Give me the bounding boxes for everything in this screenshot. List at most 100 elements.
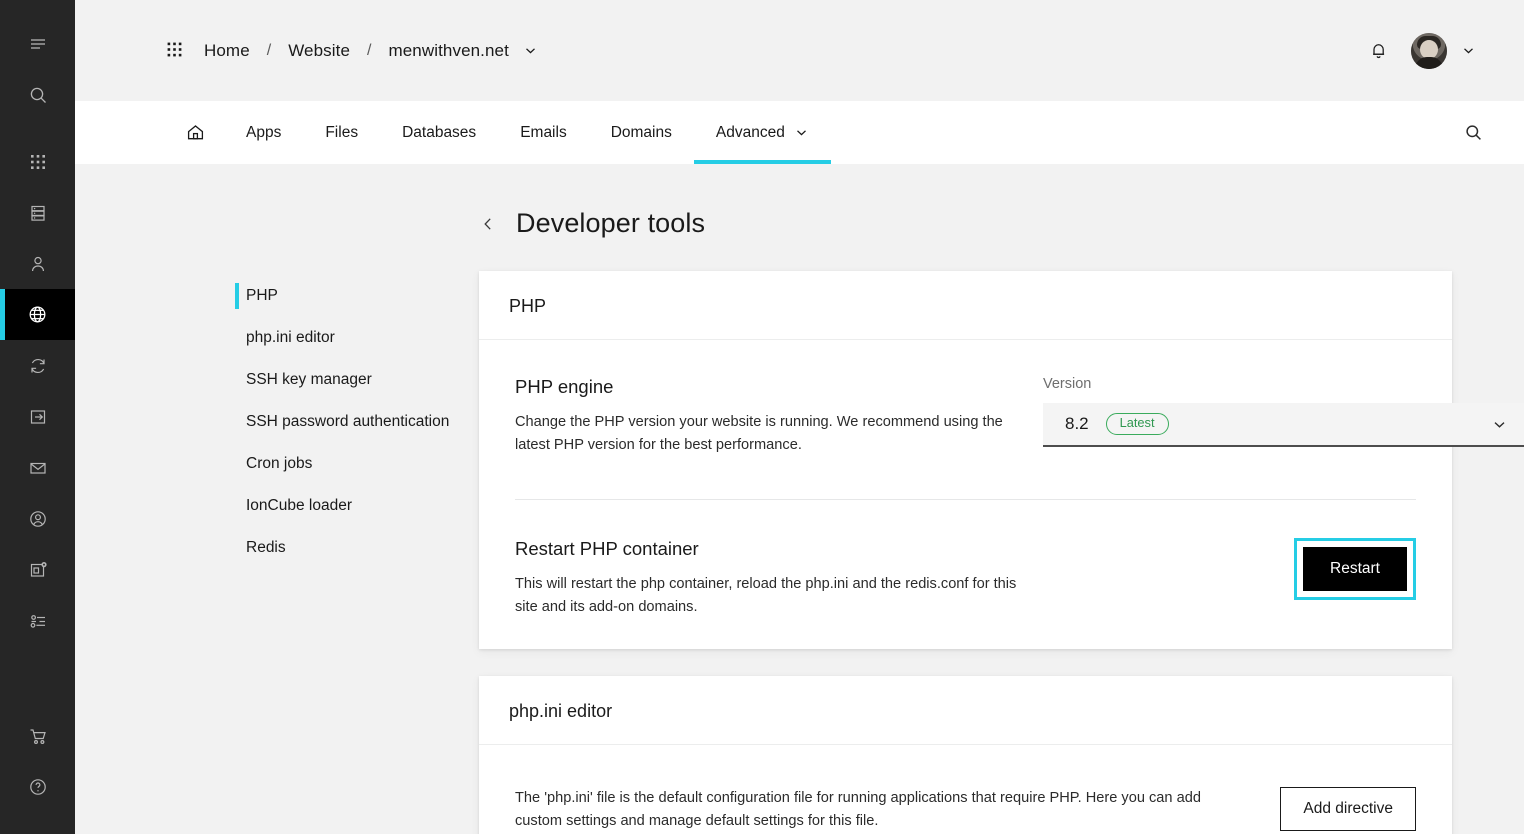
user-menu-chevron (1461, 43, 1476, 58)
sidebar-item-label: SSH key manager (246, 371, 372, 389)
php-card-title: PHP (479, 271, 1452, 340)
user-menu[interactable] (1411, 33, 1476, 69)
restart-button-focus-ring: Restart (1294, 538, 1416, 600)
section-menu: PHP php.ini editor SSH key manager SSH p… (75, 271, 479, 834)
tab-label: Files (325, 124, 358, 142)
php-engine-title: PHP engine (515, 376, 1015, 398)
rail-item-users[interactable] (0, 238, 75, 289)
tab-emails[interactable]: Emails (498, 101, 589, 164)
restart-control: Restart (1063, 538, 1416, 600)
grid-icon-glyph (167, 42, 184, 59)
notifications-button[interactable] (1368, 40, 1389, 61)
page-title: Developer tools (516, 208, 705, 239)
back-button[interactable] (479, 215, 497, 233)
rail-item-settings[interactable] (0, 595, 75, 646)
sidebar-item-ioncube-loader[interactable]: IonCube loader (235, 485, 479, 527)
rail-item-servers[interactable] (0, 187, 75, 238)
sidebar-item-ssh-key-manager[interactable]: SSH key manager (235, 359, 479, 401)
sidebar-item-label: php.ini editor (246, 329, 335, 347)
tab-files[interactable]: Files (303, 101, 380, 164)
rail-item-backups[interactable] (0, 340, 75, 391)
php-card: PHP PHP engine Change the PHP version yo… (479, 271, 1452, 649)
restart-button[interactable]: Restart (1303, 547, 1407, 591)
tab-domains[interactable]: Domains (589, 101, 694, 164)
tab-list: Apps Files Databases Emails Domains Adva… (167, 101, 1447, 164)
chevron-down-icon (794, 125, 809, 140)
chevron-left-icon (479, 215, 497, 233)
breadcrumb: Home / Website / menwithven.net (167, 41, 1368, 61)
version-field: Version 8.2 Latest (1043, 376, 1524, 447)
home-icon (185, 122, 206, 143)
breadcrumb-item-home[interactable]: Home (204, 41, 250, 61)
body-columns: PHP php.ini editor SSH key manager SSH p… (75, 271, 1524, 834)
widget-icon (27, 559, 49, 581)
nav-search-button[interactable] (1447, 101, 1484, 164)
rail-item-dashboard[interactable] (0, 544, 75, 595)
breadcrumb-separator: / (367, 42, 371, 60)
tab-label: Apps (246, 124, 281, 142)
version-select[interactable]: 8.2 Latest (1043, 403, 1524, 447)
rail-item-websites[interactable] (0, 289, 75, 340)
sidebar-item-cron-jobs[interactable]: Cron jobs (235, 443, 479, 485)
rail-item-search[interactable] (0, 69, 75, 120)
tab-label: Emails (520, 124, 567, 142)
version-value: 8.2 (1065, 414, 1089, 434)
sidebar-item-redis[interactable]: Redis (235, 527, 479, 569)
breadcrumb-item-domain[interactable]: menwithven.net (388, 41, 508, 61)
chevron-down-icon (1461, 43, 1476, 58)
rail-item-account[interactable] (0, 493, 75, 544)
php-engine-control: Version 8.2 Latest (1043, 376, 1524, 447)
sidebar-item-label: Redis (246, 539, 286, 557)
restart-text: Restart PHP container This will restart … (515, 538, 1035, 619)
rail-item-apps[interactable] (0, 136, 75, 187)
chevron-down-icon (1491, 416, 1508, 433)
globe-icon (26, 303, 49, 326)
rail-item-login[interactable] (0, 391, 75, 442)
user-icon (27, 253, 49, 275)
rail-item-help[interactable] (0, 761, 75, 812)
sidebar-item-label: Cron jobs (246, 455, 312, 473)
section-divider (515, 499, 1416, 500)
rail-item-cart[interactable] (0, 710, 75, 761)
grid-icon[interactable] (167, 42, 184, 59)
select-chevron-down-icon (1491, 416, 1508, 433)
top-bar: Home / Website / menwithven.net (75, 0, 1524, 101)
rail-item-emails[interactable] (0, 442, 75, 493)
bell-icon (1368, 40, 1389, 61)
refresh-icon (27, 355, 49, 377)
sidebar-item-phpini-editor[interactable]: php.ini editor (235, 317, 479, 359)
php-engine-section: PHP engine Change the PHP version your w… (515, 376, 1416, 457)
chevron-down-icon (523, 43, 538, 58)
rail-item-menu[interactable] (0, 18, 75, 69)
avatar (1411, 33, 1447, 69)
page-header: Developer tools (75, 208, 1524, 239)
mail-icon (27, 457, 49, 479)
php-engine-text: PHP engine Change the PHP version your w… (515, 376, 1015, 457)
version-label: Version (1043, 376, 1524, 392)
account-circle-icon (27, 508, 49, 530)
restart-title: Restart PHP container (515, 538, 1035, 560)
tab-advanced[interactable]: Advanced (694, 101, 831, 164)
sidebar-item-label: IonCube loader (246, 497, 352, 515)
search-icon (1463, 122, 1484, 143)
search-icon (27, 84, 49, 106)
sliders-icon (27, 610, 49, 632)
restart-section: Restart PHP container This will restart … (515, 538, 1416, 619)
phpini-card-title: php.ini editor (479, 676, 1452, 745)
breadcrumb-item-website[interactable]: Website (288, 41, 350, 61)
server-icon (27, 202, 49, 224)
tab-apps[interactable]: Apps (224, 101, 303, 164)
tab-label: Domains (611, 124, 672, 142)
php-engine-description: Change the PHP version your website is r… (515, 411, 1015, 457)
add-directive-button[interactable]: Add directive (1280, 787, 1416, 831)
rail-spacer (0, 646, 75, 710)
phpini-description: The 'php.ini' file is the default config… (515, 787, 1246, 833)
breadcrumb-chevron-down-icon[interactable] (523, 43, 538, 58)
help-icon (27, 776, 49, 798)
phpini-card: php.ini editor The 'php.ini' file is the… (479, 676, 1452, 834)
sidebar-item-php[interactable]: PHP (235, 275, 479, 317)
sidebar-item-ssh-password-authentication[interactable]: SSH password authentication (235, 401, 479, 443)
main-area: Developer tools PHP php.ini editor SSH k… (75, 164, 1524, 834)
tab-databases[interactable]: Databases (380, 101, 498, 164)
tab-home[interactable] (167, 101, 224, 164)
